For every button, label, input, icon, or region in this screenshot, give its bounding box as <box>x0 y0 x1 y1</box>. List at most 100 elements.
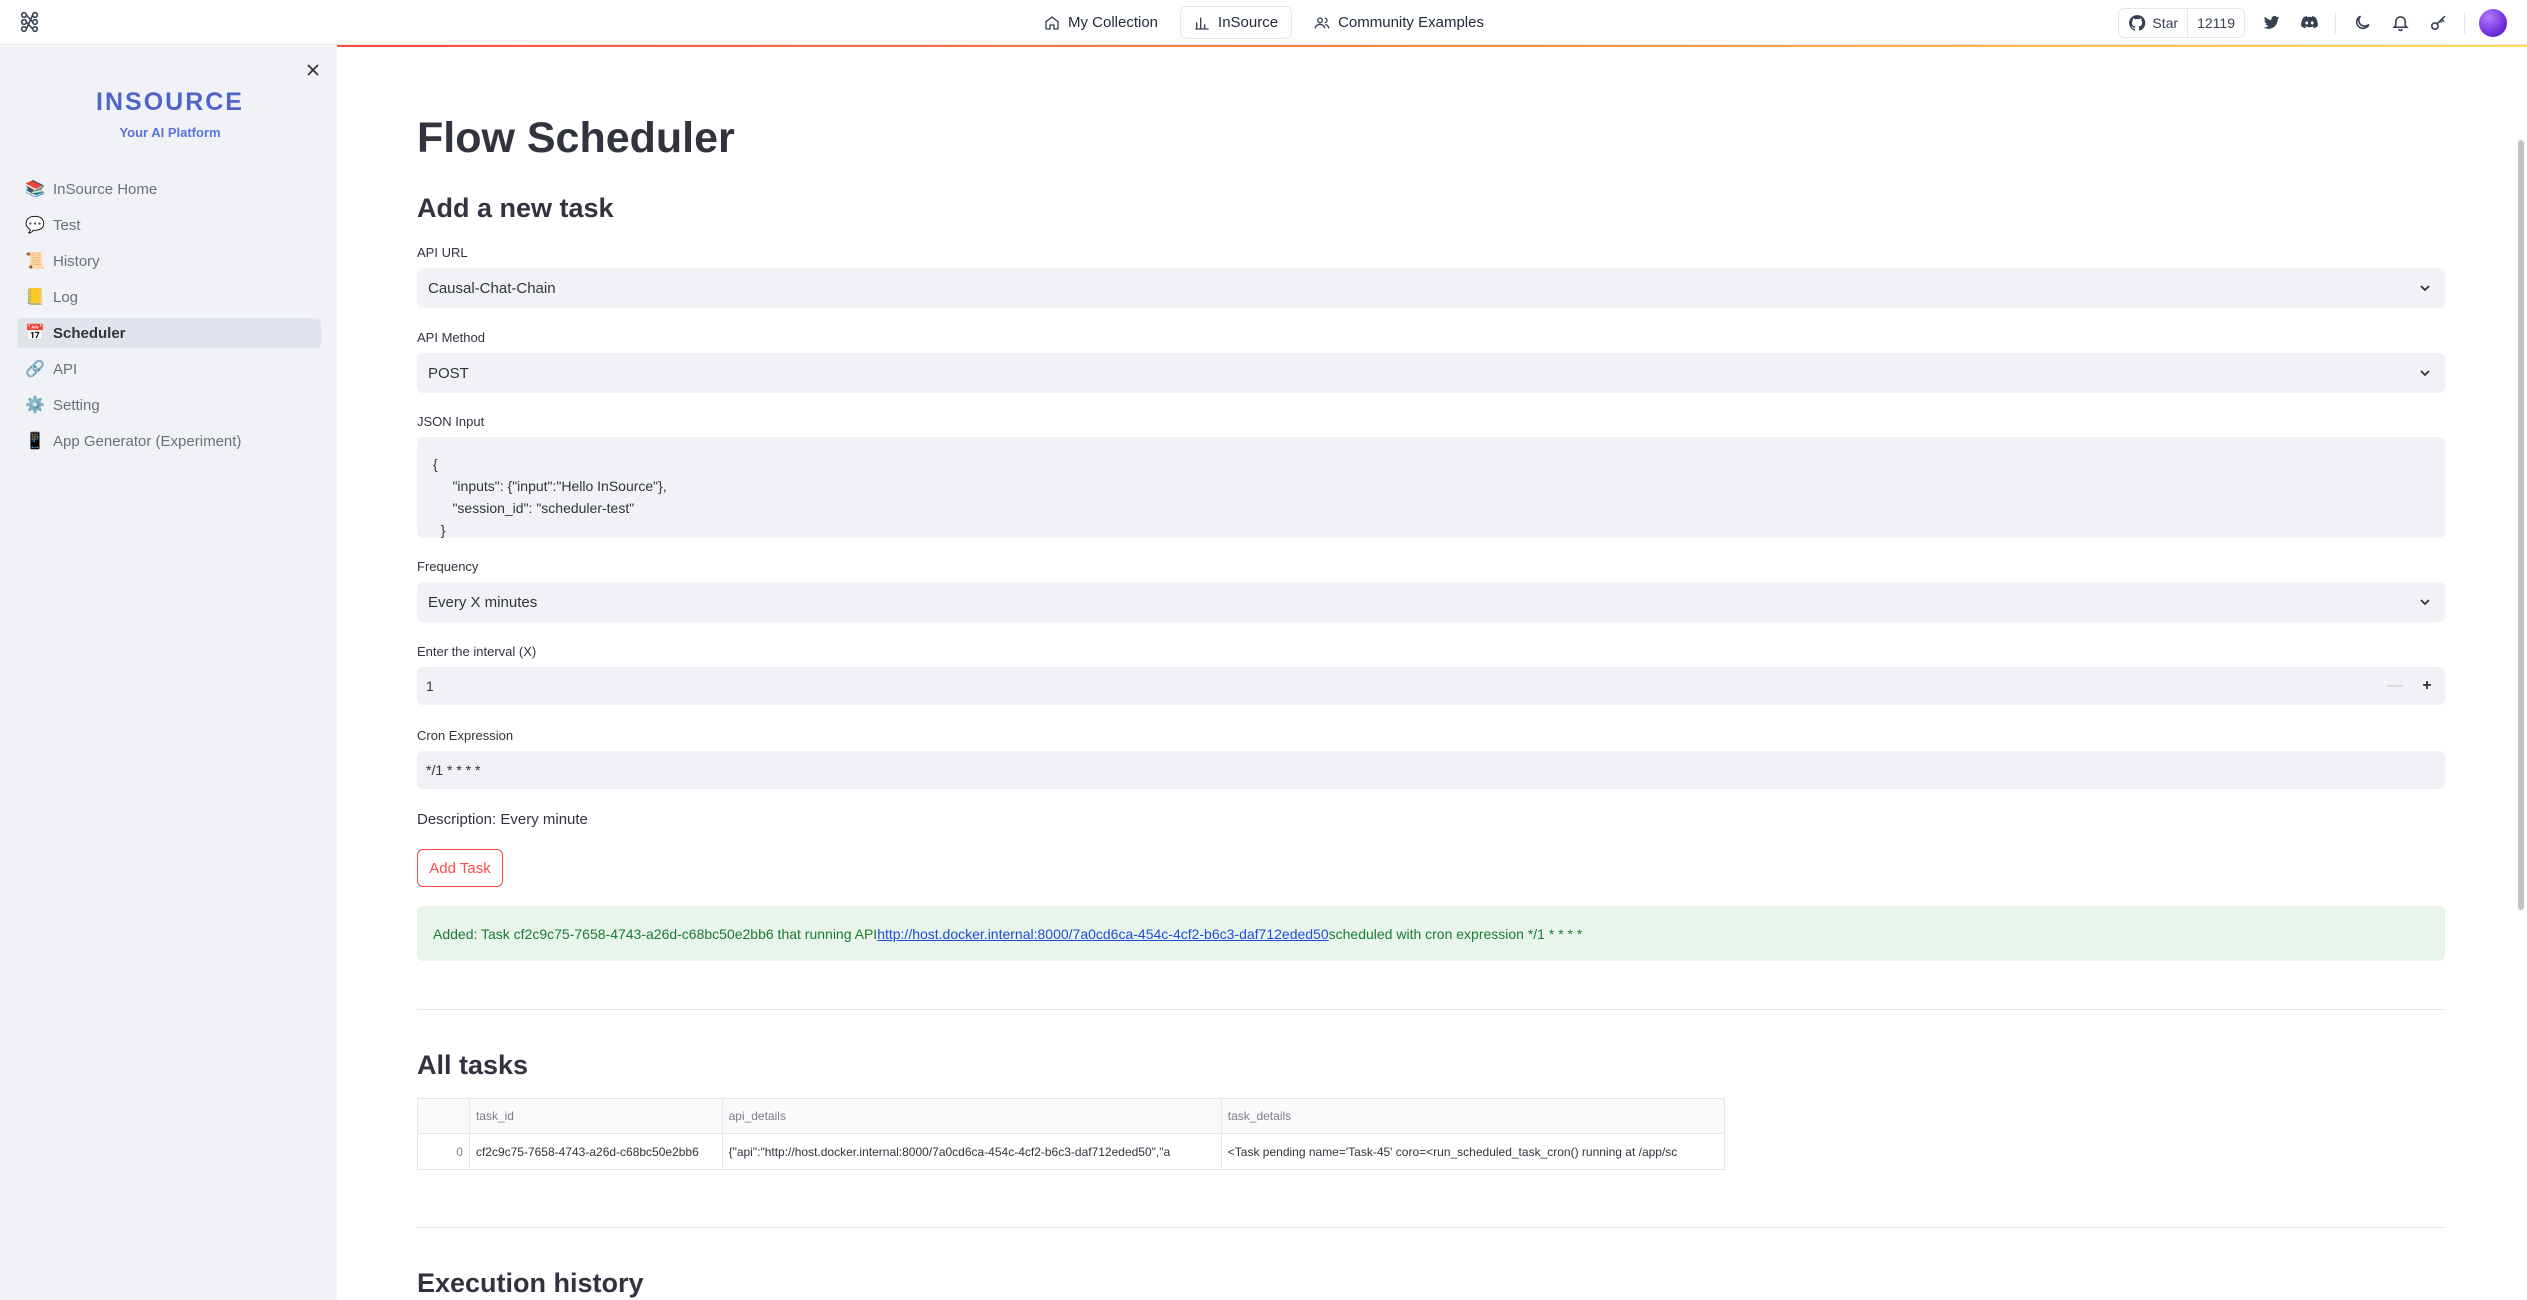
cron-expression-input[interactable]: */1 * * * * <box>417 751 2445 789</box>
table-row: 0 cf2c9c75-7658-4743-a26d-c68bc50e2bb6 {… <box>418 1134 1724 1169</box>
scroll-icon: 📜 <box>25 253 45 270</box>
close-icon[interactable] <box>303 60 323 80</box>
sidebar-item-test[interactable]: 💬 Test <box>17 210 321 240</box>
gear-icon: ⚙️ <box>25 397 45 414</box>
sidebar-item-label: Test <box>53 216 81 234</box>
all-tasks-heading: All tasks <box>417 1050 529 1080</box>
sidebar-item-history[interactable]: 📜 History <box>17 246 321 276</box>
api-url-label: API URL <box>417 245 468 260</box>
notebook-icon: 📒 <box>25 289 45 306</box>
frequency-label: Frequency <box>417 559 479 574</box>
mobile-phone-icon: 📱 <box>25 433 45 450</box>
twitter-icon[interactable] <box>2259 11 2283 35</box>
page-title: Flow Scheduler <box>417 114 735 162</box>
brand: INSOURCE Your AI Platform <box>0 88 340 140</box>
table-header-row: task_id api_details task_details <box>418 1098 1724 1134</box>
sidebar-item-scheduler[interactable]: 📅 Scheduler <box>17 318 321 348</box>
users-icon <box>1314 16 1330 28</box>
main-content: Flow Scheduler Add a new task API URL Ca… <box>337 47 2527 1300</box>
add-task-button[interactable]: Add Task <box>417 849 503 887</box>
json-input-textarea[interactable]: { "inputs": {"input":"Hello InSource"}, … <box>417 437 2445 538</box>
sidebar: INSOURCE Your AI Platform 📚 InSource Home… <box>0 46 337 1300</box>
sidebar-item-label: History <box>53 252 100 270</box>
github-star-label: Star <box>2152 14 2179 31</box>
avatar[interactable] <box>2479 8 2507 37</box>
api-method-select[interactable]: POST <box>417 353 2445 393</box>
github-star-count: 12119 <box>2187 8 2244 37</box>
decrement-button[interactable]: — <box>2379 667 2411 705</box>
divider <box>417 1227 2445 1228</box>
divider <box>2335 11 2336 34</box>
success-alert: Added: Task cf2c9c75-7658-4743-a26d-c68b… <box>417 906 2445 961</box>
github-icon <box>2129 14 2146 31</box>
sidebar-item-insource-home[interactable]: 📚 InSource Home <box>17 174 321 204</box>
chevron-down-icon <box>2420 370 2430 377</box>
sidebar-item-label: Log <box>53 288 79 306</box>
app-logo-icon[interactable] <box>18 10 42 34</box>
bar-chart-icon <box>1195 17 1209 30</box>
sidebar-item-api[interactable]: 🔗 API <box>17 354 321 384</box>
brand-tagline: Your AI Platform <box>119 125 221 140</box>
api-url-value: Causal-Chat-Chain <box>428 279 556 297</box>
bell-icon[interactable] <box>2388 11 2412 35</box>
column-header-task-details[interactable]: task_details <box>1222 1099 1724 1134</box>
column-header-index <box>418 1098 470 1134</box>
json-input-label: JSON Input <box>417 414 485 429</box>
divider <box>417 1009 2445 1010</box>
nav-my-collection[interactable]: My Collection <box>1030 6 1172 39</box>
api-url-select[interactable]: Causal-Chat-Chain <box>417 268 2445 308</box>
link-icon: 🔗 <box>25 361 45 378</box>
tasks-table[interactable]: task_id api_details task_details 0 cf2c9… <box>417 1098 1725 1170</box>
table-cell-task-details[interactable]: <Task pending name='Task-45' coro=<run_s… <box>1222 1134 1724 1169</box>
top-navbar: My Collection InSource Community Example… <box>0 0 2527 45</box>
api-method-label: API Method <box>417 330 485 345</box>
brand-name: INSOURCE <box>96 88 244 116</box>
column-header-api-details[interactable]: api_details <box>723 1098 1222 1134</box>
column-header-task-id[interactable]: task_id <box>470 1098 723 1134</box>
alert-text-suffix: scheduled with cron expression */1 * * *… <box>1328 925 1583 942</box>
key-icon[interactable] <box>2426 11 2450 35</box>
main-scrollbar[interactable] <box>2518 140 2524 910</box>
sidebar-item-label: App Generator (Experiment) <box>53 432 242 450</box>
sidebar-nav: 📚 InSource Home 💬 Test 📜 History 📒 Log 📅 Sche… <box>17 174 321 462</box>
sidebar-item-setting[interactable]: ⚙️ Setting <box>17 390 321 420</box>
main-nav: My Collection InSource Community Example… <box>1030 6 1498 39</box>
interval-label: Enter the interval (X) <box>417 644 537 659</box>
increment-button[interactable]: + <box>2411 667 2443 705</box>
interval-value: 1 <box>426 678 434 694</box>
nav-label: Community Examples <box>1338 14 1484 31</box>
nav-label: My Collection <box>1068 14 1159 31</box>
frequency-select[interactable]: Every X minutes <box>417 582 2445 622</box>
table-cell-task-id[interactable]: cf2c9c75-7658-4743-a26d-c68bc50e2bb6 <box>470 1134 723 1169</box>
sidebar-item-label: Setting <box>53 396 100 414</box>
home-icon <box>1045 15 1059 30</box>
chevron-down-icon <box>2420 285 2430 292</box>
nav-insource[interactable]: InSource <box>1180 6 1293 39</box>
table-cell-api-details[interactable]: {"api":"http://host.docker.internal:8000… <box>723 1134 1222 1169</box>
sidebar-item-label: Scheduler <box>53 324 126 342</box>
execution-history-heading: Execution history <box>417 1268 644 1298</box>
nav-right-actions: Star 12119 <box>2118 6 2507 39</box>
calendar-icon: 📅 <box>25 325 45 342</box>
github-star-button[interactable]: Star 12119 <box>2118 7 2245 38</box>
alert-api-link[interactable]: http://host.docker.internal:8000/7a0cd6c… <box>877 926 1328 942</box>
discord-icon[interactable] <box>2297 11 2321 35</box>
nav-label: InSource <box>1218 14 1279 31</box>
interval-number-input[interactable]: 1 — + <box>417 667 2445 705</box>
cron-description: Description: Every minute <box>417 811 588 828</box>
row-index: 0 <box>418 1134 470 1169</box>
cron-expression-label: Cron Expression <box>417 728 514 743</box>
add-task-heading: Add a new task <box>417 193 614 223</box>
chevron-down-icon <box>2420 599 2430 606</box>
nav-community-examples[interactable]: Community Examples <box>1300 6 1498 39</box>
divider <box>2464 11 2465 34</box>
sidebar-item-label: API <box>53 360 78 378</box>
api-method-value: POST <box>428 364 469 382</box>
moon-icon[interactable] <box>2350 11 2374 35</box>
alert-text-prefix: Added: Task cf2c9c75-7658-4743-a26d-c68b… <box>433 925 878 942</box>
sidebar-item-app-generator[interactable]: 📱 App Generator (Experiment) <box>17 426 321 456</box>
speech-bubble-icon: 💬 <box>25 217 45 234</box>
sidebar-item-log[interactable]: 📒 Log <box>17 282 321 312</box>
sidebar-item-label: InSource Home <box>53 180 158 198</box>
frequency-value: Every X minutes <box>428 593 538 611</box>
